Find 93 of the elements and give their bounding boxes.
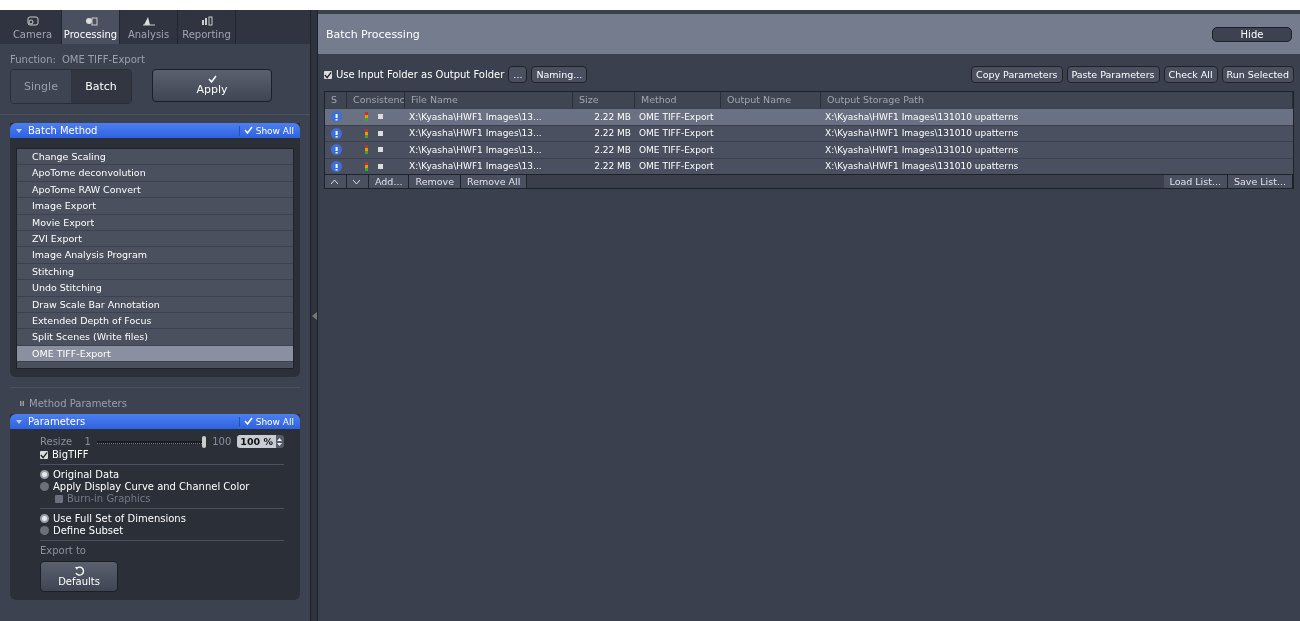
method-item[interactable]: Image Analysis Program <box>17 247 293 264</box>
traffic-light-icon <box>365 128 368 138</box>
method-item[interactable]: ApoTome RAW Convert <box>17 181 293 199</box>
mode-button[interactable]: Batch <box>71 70 131 103</box>
defaults-button[interactable]: Defaults <box>40 561 118 593</box>
method-item[interactable]: ApoTome deconvolution <box>17 165 293 182</box>
method-item[interactable]: Extended Depth of Focus <box>17 312 293 330</box>
camera-icon <box>24 14 41 27</box>
radio-button[interactable] <box>40 482 49 492</box>
table-cell-text: X:\Kyasha\HWF1 Images\131010 upatterns <box>824 161 1020 172</box>
table-cell-text: OME TIFF-Export <box>638 144 715 155</box>
action-button[interactable]: Copy Parameters <box>971 66 1063 83</box>
function-label: Function: <box>10 54 56 65</box>
spin-arrows-icon <box>277 437 283 446</box>
chevron-up-icon <box>331 179 338 184</box>
option-label: Burn-in Graphics <box>67 493 151 505</box>
check-icon <box>40 450 48 459</box>
check-icon <box>207 75 217 83</box>
table-cell-text: X:\Kyasha\HWF1 Images\131010 upatterns <box>824 111 1020 122</box>
undo-icon <box>74 566 84 577</box>
hide-button[interactable]: Hide <box>1212 26 1292 42</box>
panel-title: Parameters <box>28 416 86 428</box>
panel-title: Batch Processing <box>326 27 420 41</box>
table-cell-text: OME TIFF-Export <box>638 128 715 139</box>
browse-button[interactable]: ... <box>508 66 528 83</box>
action-button[interactable]: Check All <box>1163 66 1218 83</box>
method-item[interactable]: Split Scenes (Write files) <box>17 329 293 346</box>
collapse-icon[interactable] <box>16 128 22 133</box>
table-cell-text: X:\Kyasha\HWF1 Images\13... <box>408 144 543 155</box>
chevron-down-icon <box>353 179 360 184</box>
slider-min: 1 <box>84 436 91 448</box>
list-button[interactable]: Load List... <box>1163 175 1228 188</box>
export-to-label: Export to <box>40 545 87 557</box>
table-cell-text: X:\Kyasha\HWF1 Images\13... <box>408 111 543 122</box>
move-up-button[interactable] <box>325 175 347 188</box>
action-button[interactable]: Paste Parameters <box>1066 66 1160 83</box>
option-label: Apply Display Curve and Channel Color <box>53 481 250 493</box>
action-button[interactable]: Run Selected <box>1221 66 1294 83</box>
method-item[interactable]: Draw Scale Bar Annotation <box>17 296 293 313</box>
radio-button[interactable] <box>40 526 49 536</box>
table-row[interactable]: X:\Kyasha\HWF1 Images\13... 2.22 MB OME TIFF-Export X:\Kyasha\HWF1 Images\131010 upatterns <box>325 141 1293 158</box>
table-cell-text: 2.22 MB <box>593 144 632 155</box>
slider-thumb[interactable] <box>202 435 207 448</box>
traffic-light-icon <box>365 161 368 171</box>
apply-button[interactable]: Apply <box>152 69 272 102</box>
radio-button[interactable] <box>40 514 49 524</box>
table-cell-text: OME TIFF-Export <box>638 161 715 172</box>
method-item[interactable]: Stitching <box>17 263 293 281</box>
table-cell-text: X:\Kyasha\HWF1 Images\131010 upatterns <box>824 128 1020 139</box>
collapse-arrow-icon[interactable] <box>311 311 317 320</box>
checkbox[interactable] <box>324 70 332 79</box>
method-item[interactable]: Undo Stitching <box>17 280 293 297</box>
grip-icon <box>20 401 24 407</box>
option-label: Use Input Folder as Output Folder <box>336 69 505 80</box>
resize-label: Resize <box>40 436 74 448</box>
table-cell-text: 2.22 MB <box>593 161 632 172</box>
check-icon <box>243 125 253 134</box>
method-item[interactable]: Movie Export <box>17 214 293 231</box>
table-cell-text: OME TIFF-Export <box>638 111 715 122</box>
collapse-icon[interactable] <box>16 419 22 424</box>
naming-button[interactable]: Naming... <box>531 66 588 83</box>
list-button[interactable]: Save List... <box>1228 175 1293 188</box>
table-cell-text: X:\Kyasha\HWF1 Images\13... <box>408 128 543 139</box>
show-all-button[interactable]: Show All <box>238 416 294 427</box>
move-down-button[interactable] <box>347 175 369 188</box>
option-label: Define Subset <box>53 525 124 537</box>
show-all-button[interactable]: Show All <box>238 125 294 136</box>
slider-max: 100 <box>212 436 232 448</box>
panel-title: Batch Method <box>28 125 98 136</box>
table-cell-text: 2.22 MB <box>593 128 632 139</box>
method-item[interactable]: Image Export <box>17 198 293 215</box>
traffic-light-icon <box>365 145 368 155</box>
function-value: OME TIFF-Export <box>61 54 145 65</box>
list-button[interactable]: Remove <box>409 175 461 188</box>
check-icon <box>324 70 332 79</box>
table-cell-text: X:\Kyasha\HWF1 Images\131010 upatterns <box>824 144 1020 155</box>
section-label: Method Parameters <box>29 398 127 410</box>
table-cell-text: X:\Kyasha\HWF1 Images\13... <box>408 161 543 172</box>
resize-slider[interactable] <box>96 435 207 448</box>
table-cell-text: 2.22 MB <box>593 111 632 122</box>
option-label: Original Data <box>53 469 120 481</box>
radio-button[interactable] <box>40 470 49 480</box>
list-button[interactable]: Add... <box>369 175 410 188</box>
traffic-light-icon <box>365 112 368 122</box>
tab[interactable]: Processing <box>62 10 120 44</box>
list-button[interactable]: Remove All <box>461 175 528 188</box>
option-label: Use Full Set of Dimensions <box>53 513 186 525</box>
checkbox[interactable] <box>40 450 48 459</box>
method-item[interactable]: ZVI Export <box>17 230 293 248</box>
method-item[interactable]: Change Scaling <box>17 149 293 166</box>
check-icon <box>243 416 253 425</box>
table-row[interactable]: X:\Kyasha\HWF1 Images\13... 2.22 MB OME TIFF-Export X:\Kyasha\HWF1 Images\131010 upatterns <box>325 108 1293 125</box>
option-label: BigTIFF <box>52 449 89 461</box>
